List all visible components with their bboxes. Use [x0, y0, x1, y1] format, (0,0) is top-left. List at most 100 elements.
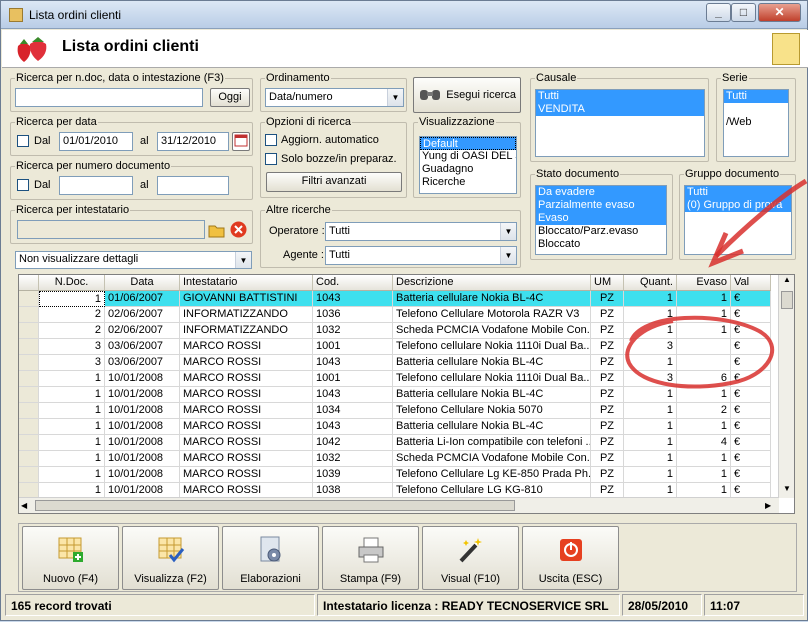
- operatore-select[interactable]: Tutti ▼: [325, 222, 517, 241]
- row-selector[interactable]: [19, 339, 39, 355]
- scroll-left-icon[interactable]: ◀: [21, 499, 33, 512]
- row-selector[interactable]: [19, 355, 39, 371]
- gruppo-list[interactable]: Tutti (0) Gruppo di prova: [684, 185, 792, 255]
- clear-icon[interactable]: [229, 220, 248, 239]
- scroll-down-icon[interactable]: ▼: [780, 484, 794, 498]
- esegui-ricerca-button[interactable]: Esegui ricerca: [413, 77, 521, 113]
- uscita-button[interactable]: Uscita (ESC): [522, 526, 619, 590]
- vertical-scrollbar[interactable]: ▲ ▼: [778, 275, 794, 498]
- minimize-button[interactable]: _: [706, 3, 731, 22]
- list-item[interactable]: Bloccato: [536, 238, 666, 251]
- list-item[interactable]: Bloccato/Parz.evaso: [536, 225, 666, 238]
- maximize-button[interactable]: □: [731, 3, 756, 22]
- search-ndoc-input[interactable]: [15, 88, 203, 107]
- aggiorn-checkbox[interactable]: [265, 134, 277, 146]
- table-row[interactable]: 3 03/06/2007 MARCO ROSSI 1001 Telefono cellu…: [19, 339, 779, 355]
- col-intestatario[interactable]: Intestatario: [180, 275, 313, 291]
- row-selector[interactable]: [19, 291, 39, 307]
- list-item[interactable]: Tutti: [536, 90, 704, 103]
- row-selector[interactable]: [19, 387, 39, 403]
- date-from-input[interactable]: 01/01/2010: [59, 132, 133, 151]
- cell-intestatario: GIOVANNI BATTISTINI: [180, 291, 313, 307]
- col-cod[interactable]: Cod.: [313, 275, 393, 291]
- cell-quant: 3: [624, 339, 677, 355]
- list-item[interactable]: VENDITA: [536, 103, 704, 116]
- stato-list[interactable]: Da evadere Parzialmente evaso Evaso Bloc…: [535, 185, 667, 255]
- scroll-thumb[interactable]: [781, 291, 793, 309]
- causale-list[interactable]: Tutti VENDITA: [535, 89, 705, 157]
- calendar-icon[interactable]: [232, 132, 250, 151]
- ordinamento-select[interactable]: Data/numero ▼: [265, 88, 404, 107]
- orders-table[interactable]: N.Doc. Data Intestatario Cod. Descrizion…: [18, 274, 795, 514]
- users-icon[interactable]: [772, 33, 800, 65]
- horizontal-scrollbar[interactable]: ◀ ▶: [19, 497, 779, 513]
- close-button[interactable]: ✕: [758, 3, 801, 22]
- cell-um: PZ: [591, 435, 624, 451]
- list-item[interactable]: Da evadere: [536, 186, 666, 199]
- stampa-button[interactable]: Stampa (F9): [322, 526, 419, 590]
- cell-data: 02/06/2007: [105, 307, 180, 323]
- folder-icon[interactable]: [207, 220, 226, 239]
- row-selector[interactable]: [19, 435, 39, 451]
- table-row[interactable]: 1 10/01/2008 MARCO ROSSI 1034 Telefono Cellu…: [19, 403, 779, 419]
- col-ndoc[interactable]: N.Doc.: [39, 275, 105, 291]
- cell-intestatario: MARCO ROSSI: [180, 371, 313, 387]
- table-row[interactable]: 1 10/01/2008 MARCO ROSSI 1043 Batteria cellu…: [19, 419, 779, 435]
- col-quant[interactable]: Quant.: [624, 275, 677, 291]
- col-um[interactable]: UM: [591, 275, 624, 291]
- intestatario-input[interactable]: [17, 220, 205, 239]
- list-item[interactable]: Yung di OASI DEL S: [420, 150, 516, 163]
- solo-bozze-checkbox[interactable]: [265, 153, 277, 165]
- date-to-input[interactable]: 31/12/2010: [157, 132, 229, 151]
- table-row[interactable]: 1 10/01/2008 MARCO ROSSI 1001 Telefono cellu…: [19, 371, 779, 387]
- num-checkbox[interactable]: [17, 179, 29, 191]
- date-checkbox[interactable]: [17, 135, 29, 147]
- list-item[interactable]: Tutti: [724, 90, 788, 103]
- table-row[interactable]: 1 10/01/2008 MARCO ROSSI 1032 Scheda PCMCIA …: [19, 451, 779, 467]
- list-item[interactable]: Evaso: [536, 212, 666, 225]
- table-row[interactable]: 3 03/06/2007 MARCO ROSSI 1043 Batteria cellu…: [19, 355, 779, 371]
- col-evaso[interactable]: Evaso: [677, 275, 731, 291]
- elaborazioni-button[interactable]: Elaborazioni: [222, 526, 319, 590]
- table-row[interactable]: 2 02/06/2007 INFORMATIZZANDO 1032 Scheda PCM…: [19, 323, 779, 339]
- details-select[interactable]: Non visualizzare dettagli ▼: [15, 251, 252, 269]
- row-selector[interactable]: [19, 419, 39, 435]
- col-descrizione[interactable]: Descrizione: [393, 275, 591, 291]
- oggi-button[interactable]: Oggi: [210, 88, 250, 107]
- list-item[interactable]: Ricerche: [420, 176, 516, 189]
- row-selector[interactable]: [19, 403, 39, 419]
- cell-descrizione: Scheda PCMCIA Vodafone Mobile Con...: [393, 451, 591, 467]
- row-selector[interactable]: [19, 323, 39, 339]
- list-item[interactable]: Parzialmente evaso: [536, 199, 666, 212]
- row-selector[interactable]: [19, 451, 39, 467]
- list-item[interactable]: Tutti: [685, 186, 791, 199]
- visualizza-button[interactable]: Visualizza (F2): [122, 526, 219, 590]
- cell-um: PZ: [591, 451, 624, 467]
- table-row[interactable]: 1 10/01/2008 MARCO ROSSI 1042 Batteria Li-Io…: [19, 435, 779, 451]
- hscroll-thumb[interactable]: [35, 500, 515, 511]
- table-row[interactable]: 2 02/06/2007 INFORMATIZZANDO 1036 Telefono C…: [19, 307, 779, 323]
- list-item[interactable]: [724, 103, 788, 116]
- list-item[interactable]: Default: [420, 137, 516, 150]
- col-val[interactable]: Val: [731, 275, 771, 291]
- num-from-input[interactable]: [59, 176, 133, 195]
- filtri-avanzati-button[interactable]: Filtri avanzati: [266, 172, 402, 192]
- visualizzazione-list[interactable]: Default Yung di OASI DEL S Guadagno Rice…: [419, 136, 517, 194]
- table-row[interactable]: 1 10/01/2008 MARCO ROSSI 1039 Telefono Cellu…: [19, 467, 779, 483]
- list-item[interactable]: Guadagno: [420, 163, 516, 176]
- col-data[interactable]: Data: [105, 275, 180, 291]
- scroll-right-icon[interactable]: ▶: [765, 499, 777, 512]
- row-selector[interactable]: [19, 307, 39, 323]
- scroll-up-icon[interactable]: ▲: [780, 275, 794, 289]
- visual-button[interactable]: Visual (F10): [422, 526, 519, 590]
- table-row[interactable]: 1 10/01/2008 MARCO ROSSI 1043 Batteria cellu…: [19, 387, 779, 403]
- agente-select[interactable]: Tutti ▼: [325, 246, 517, 265]
- row-selector[interactable]: [19, 371, 39, 387]
- list-item[interactable]: /Web: [724, 116, 788, 129]
- row-selector[interactable]: [19, 467, 39, 483]
- serie-list[interactable]: Tutti /Web: [723, 89, 789, 157]
- table-row[interactable]: 1 01/06/2007 GIOVANNI BATTISTINI 1043 Batter…: [19, 291, 779, 307]
- num-to-input[interactable]: [157, 176, 229, 195]
- nuovo-button[interactable]: Nuovo (F4): [22, 526, 119, 590]
- list-item[interactable]: (0) Gruppo di prova: [685, 199, 791, 212]
